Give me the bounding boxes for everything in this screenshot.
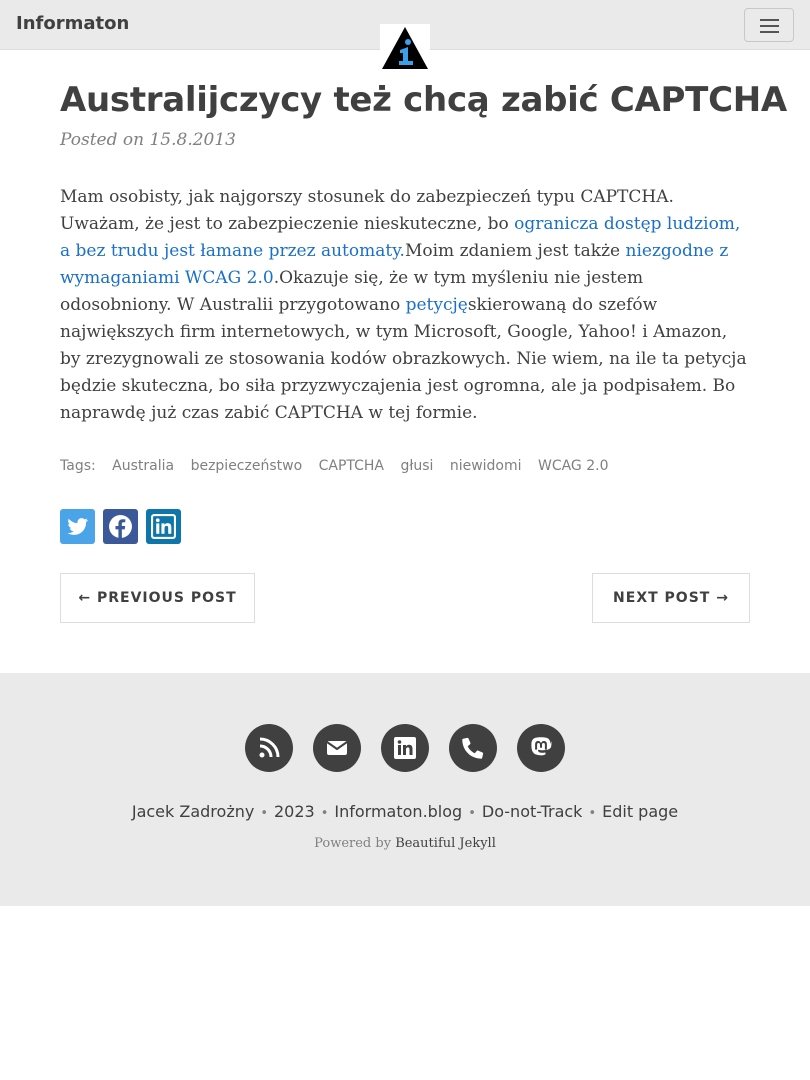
footer-author: Jacek Zadrożny (131, 802, 255, 821)
post-pager: ← PREVIOUS POST NEXT POST → (60, 573, 750, 623)
previous-post-button[interactable]: ← PREVIOUS POST (60, 573, 255, 623)
separator-dot: • (588, 806, 597, 821)
linkedin-icon[interactable] (381, 724, 429, 772)
jekyll-link[interactable]: Beautiful Jekyll (395, 836, 496, 851)
footer-edit-link[interactable]: Edit page (602, 802, 678, 821)
post-text: Moim zdaniem jest także (404, 241, 626, 261)
post-body: Mam osobisty, jak najgorszy stosunek do … (60, 184, 750, 427)
tag-link[interactable]: głusi (400, 458, 433, 474)
tag-link[interactable]: bezpieczeństwo (191, 458, 303, 474)
separator-dot: • (468, 806, 476, 821)
tag-link[interactable]: niewidomi (450, 458, 522, 474)
tag-link[interactable]: WCAG 2.0 (538, 458, 609, 474)
footer-dnt-link[interactable]: Do-not-Track (482, 802, 583, 821)
phone-icon[interactable] (449, 724, 497, 772)
twitter-icon[interactable] (60, 509, 95, 544)
footer-credits: Jacek Zadrożny • 2023 • Informaton.blog • Do-n… (0, 802, 810, 821)
footer-year: 2023 (274, 802, 315, 821)
facebook-icon[interactable] (103, 509, 139, 544)
separator-dot: • (320, 806, 329, 821)
next-post-button[interactable]: NEXT POST → (592, 573, 750, 623)
post-meta: Posted on 15.8.2013 (60, 130, 236, 150)
email-icon[interactable] (313, 724, 361, 772)
site-brand-link[interactable]: Informaton (16, 13, 129, 34)
info-triangle-logo[interactable] (380, 24, 430, 70)
post-link[interactable]: petycję (406, 295, 468, 315)
separator-dot: • (260, 806, 268, 821)
rss-icon[interactable] (245, 724, 293, 772)
navbar: Informaton (0, 0, 810, 70)
post-title: Australijczycy też chcą zabić CAPTCHA (60, 80, 787, 120)
powered-prefix: Powered by (314, 836, 392, 851)
footer: Jacek Zadrożny • 2023 • Informaton.blog • Do-n… (0, 673, 810, 906)
mastodon-icon[interactable] (517, 724, 565, 772)
tag-link[interactable]: Australia (112, 458, 174, 474)
share-buttons (60, 509, 184, 544)
footer-site-link[interactable]: Informaton.blog (334, 802, 462, 821)
tags-label: Tags: (60, 458, 96, 474)
linkedin-icon[interactable] (146, 509, 182, 544)
hamburger-icon[interactable] (744, 8, 794, 42)
powered-by: Powered by Beautiful Jekyll (0, 836, 810, 851)
tag-link[interactable]: CAPTCHA (319, 458, 384, 474)
tags-list: Tags: Australia bezpieczeństwo CAPTCHA g… (60, 458, 609, 474)
